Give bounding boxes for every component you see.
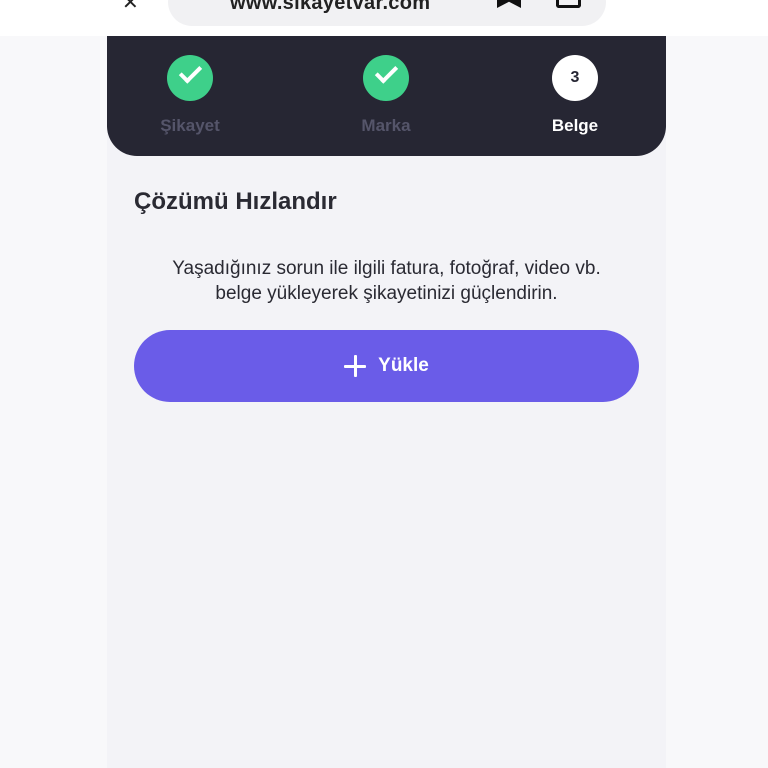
check-icon xyxy=(178,60,203,84)
upload-button-label: Yükle xyxy=(378,355,429,376)
address-bar[interactable]: www.sikayetvar.com xyxy=(168,0,606,26)
tabs-icon[interactable] xyxy=(556,0,581,8)
upload-button[interactable]: Yükle xyxy=(134,330,639,402)
url-text: www.sikayetvar.com xyxy=(230,0,431,14)
browser-toolbar: ✕ www.sikayetvar.com xyxy=(0,0,768,36)
step-number: 3 xyxy=(570,69,580,86)
step-done-badge xyxy=(363,55,409,101)
step-label: Marka xyxy=(361,116,411,135)
complaint-form: Şikayet Marka 3 Belge Çözümü Hızlandır Y… xyxy=(107,36,666,768)
section-title: Çözümü Hızlandır xyxy=(134,188,337,215)
section-description: Yaşadığınız sorun ile ilgili fatura, fot… xyxy=(121,256,652,306)
back-icon[interactable]: ✕ xyxy=(122,0,139,15)
description-line: belge yükleyerek şikayetinizi güçlendiri… xyxy=(215,283,558,304)
step-active-badge: 3 xyxy=(552,55,598,101)
check-icon xyxy=(374,60,399,84)
step-document: 3 Belge xyxy=(510,36,640,136)
description-line: Yaşadığınız sorun ile ilgili fatura, fot… xyxy=(172,258,601,279)
step-label: Şikayet xyxy=(160,116,220,135)
plus-icon xyxy=(344,355,367,377)
step-brand: Marka xyxy=(321,36,451,136)
step-label: Belge xyxy=(551,116,599,135)
progress-stepper: Şikayet Marka 3 Belge xyxy=(107,36,666,156)
step-done-badge xyxy=(167,55,213,101)
step-complaint: Şikayet xyxy=(125,36,255,136)
